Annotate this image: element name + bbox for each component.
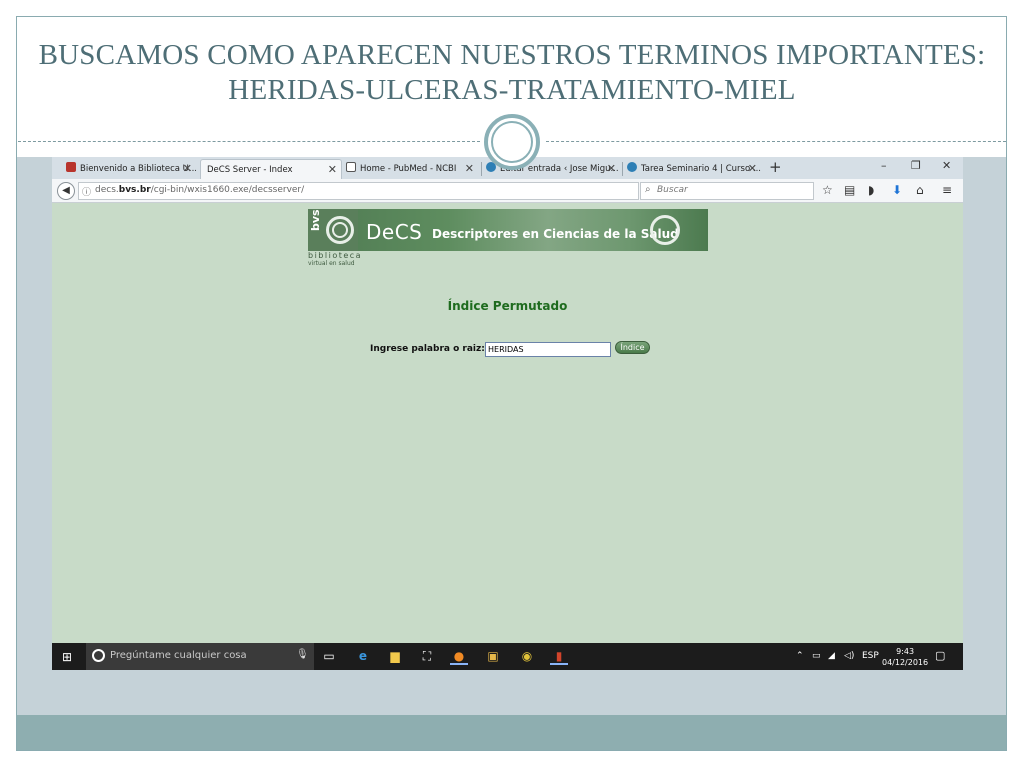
slide-title: BUSCAMOS COMO APARECEN NUESTROS TERMINOS… <box>38 39 986 106</box>
close-icon[interactable]: ✕ <box>607 159 616 179</box>
page-content: bvs DeCS Descriptores en Ciencias de la … <box>52 203 963 643</box>
ucm-icon <box>66 162 76 172</box>
microphone-icon[interactable]: 🎙 <box>296 649 309 660</box>
firefox-icon[interactable]: ● <box>450 647 468 665</box>
tab-separator <box>481 162 482 176</box>
bvs-logo-text: bvs <box>309 209 322 231</box>
title-rule-left <box>18 141 480 142</box>
reading-list-icon[interactable]: ▤ <box>844 183 855 197</box>
close-icon[interactable]: ✕ <box>328 160 337 179</box>
nav-bar: ◀ ⓘ decs.bvs.br/cgi-bin/wxis1660.exe/dec… <box>52 179 963 203</box>
task-view-icon[interactable]: ▭ <box>320 647 338 665</box>
tab-label: DeCS Server - Index <box>207 165 293 175</box>
store-icon[interactable]: ⛶ <box>418 647 436 665</box>
biblioteca-label: biblioteca <box>308 251 363 260</box>
pocket-icon[interactable]: ◗ <box>868 183 874 197</box>
page-heading: Índice Permutado <box>447 299 568 313</box>
restore-button[interactable]: ❐ <box>911 159 921 172</box>
notification-icon[interactable]: ▢ <box>935 649 945 662</box>
star-icon[interactable]: ☆ <box>822 183 833 197</box>
ring-ornament <box>484 114 540 170</box>
edge-icon[interactable]: e <box>354 647 372 665</box>
cortana-icon <box>92 649 105 662</box>
wifi-icon[interactable]: ◢ <box>828 651 835 661</box>
info-icon[interactable]: ⓘ <box>82 185 91 198</box>
tab-biblioteca[interactable]: Bienvenido a Biblioteca U... ✕ <box>66 159 196 179</box>
slide-footer <box>17 715 1006 750</box>
home-icon[interactable]: ⌂ <box>916 183 924 197</box>
decs-banner[interactable]: bvs DeCS Descriptores en Ciencias de la … <box>308 209 708 251</box>
indice-button[interactable]: Índice <box>615 341 650 354</box>
minimize-button[interactable]: – <box>881 159 887 172</box>
globe-icon <box>650 215 680 245</box>
tab-label: Home - PubMed - NCBI <box>360 164 457 174</box>
title-rule-right <box>546 141 1006 142</box>
cortana-search[interactable]: Pregúntame cualquier cosa 🎙 <box>86 643 314 670</box>
battery-icon[interactable]: ▭ <box>812 651 821 661</box>
url-text: decs.bvs.br/cgi-bin/wxis1660.exe/decsser… <box>95 185 305 195</box>
search-placeholder: Buscar <box>657 185 688 195</box>
mail-icon[interactable]: ▣ <box>484 647 502 665</box>
url-bar[interactable]: ⓘ decs.bvs.br/cgi-bin/wxis1660.exe/decss… <box>78 182 652 200</box>
clock-time: 9:43 <box>896 647 915 656</box>
download-icon[interactable]: ⬇ <box>892 183 902 197</box>
language-indicator[interactable]: ESP <box>862 651 879 661</box>
word-input-label: Ingrese palabra o raiz: <box>370 344 485 354</box>
arrow-left-icon: ◀ <box>62 185 70 196</box>
tab-separator <box>622 162 623 176</box>
chrome-icon[interactable]: ◉ <box>518 647 536 665</box>
browser-screenshot: Bienvenido a Biblioteca U... ✕ DeCS Serv… <box>52 157 963 670</box>
virtual-salud-label: virtual en salud <box>308 260 355 267</box>
tab-tarea-seminario[interactable]: Tarea Seminario 4 | Curso ... ✕ <box>627 159 761 179</box>
bvs-swirl-inner-icon <box>332 222 348 238</box>
close-icon[interactable]: ✕ <box>183 159 192 179</box>
search-bar[interactable]: ⌕ Buscar <box>640 182 814 200</box>
taskbar: ⊞ Pregúntame cualquier cosa 🎙 ▭ e ▆ ⛶ ● … <box>52 643 963 670</box>
ncbi-icon <box>346 162 356 172</box>
tab-label: Bienvenido a Biblioteca U... <box>80 164 196 174</box>
close-window-button[interactable]: ✕ <box>942 159 951 172</box>
wordpress-icon <box>627 162 637 172</box>
slide: BUSCAMOS COMO APARECEN NUESTROS TERMINOS… <box>0 0 1024 768</box>
close-icon[interactable]: ✕ <box>748 159 757 179</box>
tray-chevron-icon[interactable]: ⌃ <box>796 651 804 661</box>
clock-date: 04/12/2016 <box>882 658 929 667</box>
powerpoint-icon[interactable]: ▮ <box>550 647 568 665</box>
back-button[interactable]: ◀ <box>57 182 75 200</box>
new-tab-button[interactable]: + <box>769 158 782 176</box>
decs-subtitle: Descriptores en Ciencias de la Salud <box>432 227 679 241</box>
search-icon: ⌕ <box>645 184 651 195</box>
cortana-search-text: Pregúntame cualquier cosa <box>110 650 247 661</box>
volume-icon[interactable]: ◁) <box>844 651 854 661</box>
taskbar-clock[interactable]: 9:43 04/12/2016 <box>882 646 928 668</box>
menu-icon[interactable]: ≡ <box>942 183 952 197</box>
windows-start-icon[interactable]: ⊞ <box>62 650 72 664</box>
tab-label: Tarea Seminario 4 | Curso ... <box>641 164 761 174</box>
word-input[interactable] <box>485 342 611 357</box>
tab-decs-server[interactable]: DeCS Server - Index ✕ <box>200 159 342 179</box>
decs-logo-text: DeCS <box>366 220 423 244</box>
close-icon[interactable]: ✕ <box>465 159 474 179</box>
tab-pubmed[interactable]: Home - PubMed - NCBI ✕ <box>346 159 478 179</box>
file-explorer-icon[interactable]: ▆ <box>386 647 404 665</box>
